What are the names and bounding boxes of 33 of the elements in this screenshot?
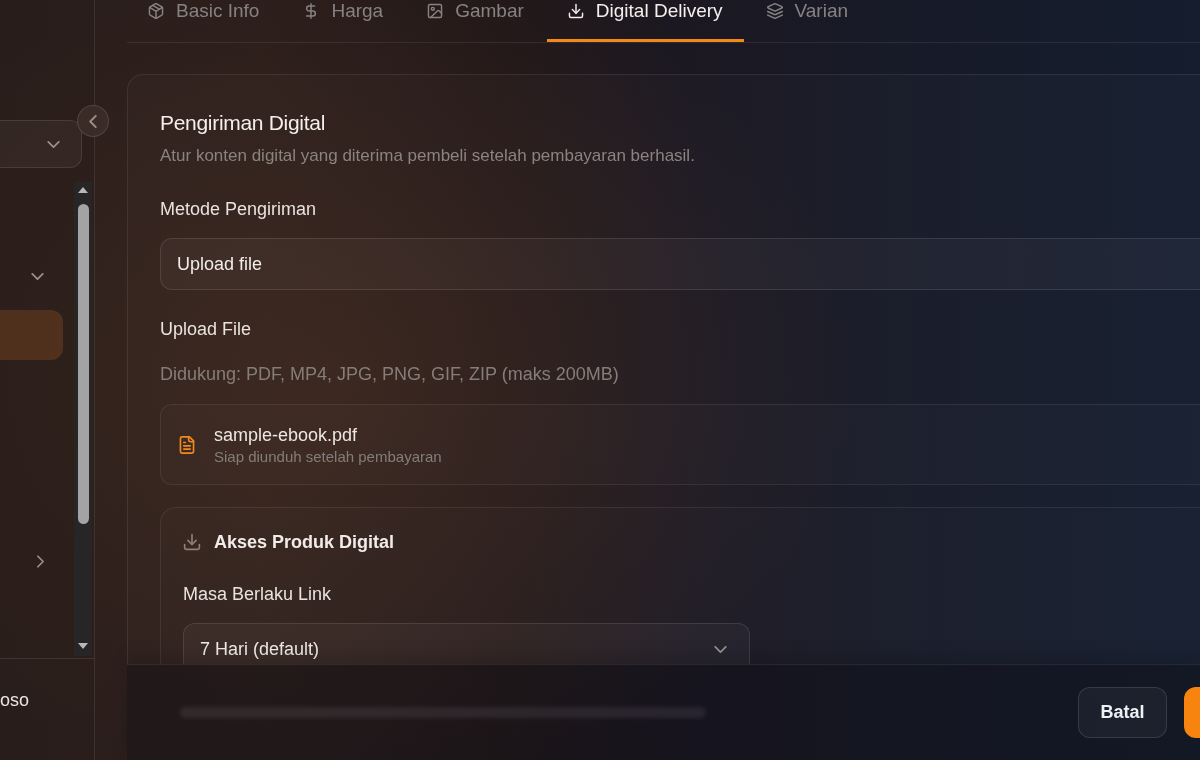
scroll-down-icon[interactable] xyxy=(78,643,88,649)
file-name: sample-ebook.pdf xyxy=(214,423,359,446)
layers-icon xyxy=(766,3,783,19)
scroll-up-icon[interactable] xyxy=(78,187,88,193)
chevron-left-icon xyxy=(89,114,97,128)
tab[interactable]: Varian xyxy=(745,0,870,42)
box-icon xyxy=(148,3,164,19)
image-icon xyxy=(427,3,444,19)
chevron-down-icon xyxy=(714,645,727,653)
file-status: Siap diunduh setelah pembayaran xyxy=(214,447,442,466)
field-label: Upload File xyxy=(160,318,253,340)
tab[interactable]: Basic Info xyxy=(127,0,281,42)
scrollbar[interactable] xyxy=(74,182,92,656)
hint-text: Didukung: PDF, MP4, JPG, PNG, GIF, ZIP (maks 200MB) xyxy=(160,363,620,385)
download-icon xyxy=(183,533,201,551)
field-label: Metode Pengiriman xyxy=(160,198,318,220)
chevron-down-icon xyxy=(47,140,60,148)
collapse-button[interactable] xyxy=(77,105,109,137)
download-icon xyxy=(567,3,584,19)
select-field[interactable]: 7 Hari (default) xyxy=(183,623,750,664)
select-field[interactable]: Upload file xyxy=(160,238,1200,290)
scrollbar-thumb[interactable] xyxy=(77,204,89,524)
tab[interactable]: Digital Delivery xyxy=(546,0,744,42)
section-subtitle: Atur konten digital yang diterima pembeli setelah pembayaran berhasil. xyxy=(160,145,696,167)
tab[interactable]: Harga xyxy=(282,0,405,42)
access-title: Akses Produk Digital xyxy=(214,531,395,554)
tab[interactable]: Gambar xyxy=(406,0,545,42)
user-name: oso xyxy=(0,689,30,711)
primary-button[interactable] xyxy=(1184,687,1200,738)
section-title: Pengiriman Digital xyxy=(160,111,326,135)
field-label: Masa Berlaku Link xyxy=(183,583,333,605)
document-icon xyxy=(178,434,196,455)
cancel-button[interactable]: Batal xyxy=(1078,687,1167,738)
